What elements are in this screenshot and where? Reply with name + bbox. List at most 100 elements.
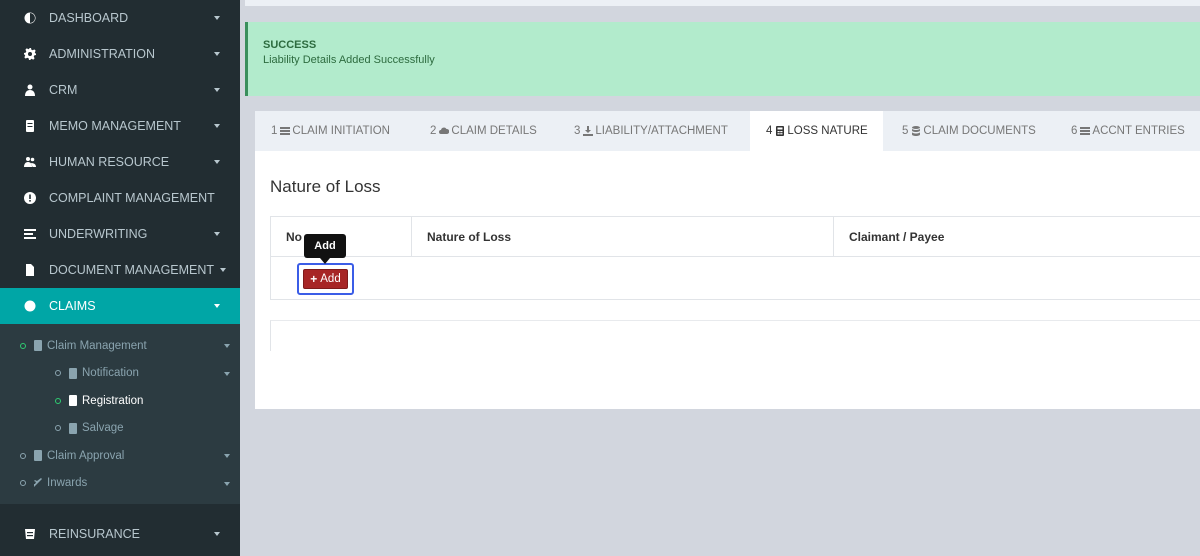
sidebar-item-human-resource[interactable]: HUMAN RESOURCE bbox=[0, 144, 240, 180]
database-icon bbox=[912, 126, 921, 136]
chevron-down-icon bbox=[214, 160, 220, 164]
add-button-focus-ring: + Add bbox=[297, 263, 354, 295]
sidebar-item-claims[interactable]: CLAIMS bbox=[0, 288, 240, 324]
submenu-notification[interactable]: Notification bbox=[0, 360, 240, 388]
memo-icon bbox=[69, 422, 77, 434]
circle-icon bbox=[55, 425, 61, 432]
tab-claim-documents[interactable]: 5 CLAIM DOCUMENTS bbox=[902, 111, 1036, 151]
cog-icon bbox=[22, 46, 38, 62]
tab-claim-details[interactable]: 2 CLAIM DETAILS bbox=[430, 111, 537, 151]
sidebar-item-label: COMPLAINT MANAGEMENT bbox=[49, 191, 215, 205]
sidebar-item-label: HUMAN RESOURCE bbox=[49, 155, 170, 169]
circle-icon bbox=[20, 480, 26, 487]
alert-title: SUCCESS bbox=[263, 39, 317, 51]
tab-label: CLAIM INITIATION bbox=[292, 125, 390, 137]
sidebar-item-label: DASHBOARD bbox=[49, 11, 129, 25]
chevron-down-icon bbox=[214, 16, 220, 20]
sidebar-item-administration[interactable]: ADMINISTRATION bbox=[0, 36, 240, 72]
chevron-down-icon bbox=[214, 52, 220, 56]
submenu-label: Salvage bbox=[82, 422, 124, 435]
tab-label: LOSS NATURE bbox=[787, 125, 868, 137]
sidebar-item-label: DOCUMENT MANAGEMENT bbox=[49, 263, 215, 277]
tab-claim-initiation[interactable]: 1 CLAIM INITIATION bbox=[271, 111, 390, 151]
submenu-claim-management[interactable]: Claim Management bbox=[0, 332, 240, 360]
tab-number: 5 bbox=[902, 125, 909, 137]
memo-icon bbox=[34, 450, 42, 462]
submenu-claim-approval[interactable]: Claim Approval bbox=[0, 442, 240, 470]
add-button-label: Add bbox=[320, 273, 341, 285]
sidebar-item-dashboard[interactable]: DASHBOARD bbox=[0, 0, 240, 36]
panel-footer bbox=[270, 320, 1200, 351]
sidebar-item-label: CLAIMS bbox=[49, 299, 96, 313]
loss-nature-panel: Nature of Loss No Nature of Loss Claiman… bbox=[255, 151, 1200, 409]
circle-icon bbox=[55, 397, 61, 404]
chevron-down-icon bbox=[224, 481, 230, 486]
tab-label: ACCNT ENTRIES bbox=[1092, 125, 1185, 137]
wizard-tabs: 1 CLAIM INITIATION 2 CLAIM DETAILS 3 LIA… bbox=[255, 111, 1200, 151]
submenu-registration[interactable]: Registration bbox=[0, 387, 240, 415]
chevron-down-icon bbox=[214, 232, 220, 236]
users-icon bbox=[22, 154, 38, 170]
submenu-label: Claim Approval bbox=[47, 449, 125, 462]
add-tooltip: Add bbox=[304, 234, 346, 264]
alert-icon bbox=[22, 190, 38, 206]
tab-number: 4 bbox=[766, 125, 773, 137]
bars-icon bbox=[1080, 127, 1091, 135]
sidebar-item-memo-management[interactable]: MEMO MANAGEMENT bbox=[0, 108, 240, 144]
add-button[interactable]: + Add bbox=[303, 269, 348, 289]
panel-title: Nature of Loss bbox=[270, 177, 381, 196]
submenu-label: Registration bbox=[82, 394, 144, 407]
bars-icon bbox=[280, 127, 291, 135]
tab-number: 2 bbox=[430, 125, 437, 137]
user-icon bbox=[22, 82, 38, 98]
circle-icon bbox=[20, 342, 26, 349]
file-icon bbox=[22, 262, 38, 278]
tab-label: CLAIM DOCUMENTS bbox=[923, 125, 1036, 137]
sidebar-item-label: MEMO MANAGEMENT bbox=[49, 119, 181, 133]
chevron-down-icon bbox=[224, 454, 230, 458]
submenu-label: Notification bbox=[82, 367, 139, 380]
table-header: No Nature of Loss Claimant / Payee bbox=[271, 217, 1200, 257]
tab-label: CLAIM DETAILS bbox=[451, 125, 537, 137]
column-header-nature-of-loss: Nature of Loss bbox=[412, 217, 834, 256]
submenu-salvage[interactable]: Salvage bbox=[0, 415, 240, 443]
tab-liability-attachment[interactable]: 3 LIABILITY/ATTACHMENT bbox=[574, 111, 728, 151]
sidebar-item-label: ADMINISTRATION bbox=[49, 47, 156, 61]
chevron-down-icon bbox=[214, 124, 220, 128]
cloud-icon bbox=[439, 127, 450, 134]
sidebar-item-label: REINSURANCE bbox=[49, 527, 140, 541]
chevron-down-icon bbox=[214, 304, 220, 308]
tab-number: 3 bbox=[574, 125, 581, 137]
claims-icon bbox=[22, 298, 38, 314]
sidebar-item-reinsurance[interactable]: REINSURANCE bbox=[0, 516, 240, 552]
sidebar-item-complaint-management[interactable]: COMPLAINT MANAGEMENT bbox=[0, 180, 240, 216]
tab-label: LIABILITY/ATTACHMENT bbox=[595, 125, 728, 137]
success-alert: SUCCESS Liability Details Added Successf… bbox=[245, 22, 1200, 96]
list-icon bbox=[22, 226, 38, 242]
column-header-claimant-payee: Claimant / Payee bbox=[849, 229, 945, 244]
content-header-strip bbox=[245, 0, 1200, 6]
sidebar-item-document-management[interactable]: DOCUMENT MANAGEMENT bbox=[0, 252, 240, 288]
sidebar-item-label: CRM bbox=[49, 83, 78, 97]
submenu-inwards[interactable]: Inwards bbox=[0, 470, 240, 498]
claims-submenu: Claim Management Notification Registrati… bbox=[0, 324, 240, 504]
chevron-down-icon bbox=[214, 88, 220, 92]
sidebar-item-crm[interactable]: CRM bbox=[0, 72, 240, 108]
plane-icon bbox=[34, 477, 42, 489]
memo-icon bbox=[22, 118, 38, 134]
dashboard-icon bbox=[22, 10, 38, 26]
tab-loss-nature[interactable]: 4 LOSS NATURE bbox=[750, 111, 883, 151]
circle-icon bbox=[55, 370, 61, 377]
download-icon bbox=[583, 126, 594, 136]
chevron-down-icon bbox=[214, 532, 220, 536]
tab-accnt-entries[interactable]: 6 ACCNT ENTRIES bbox=[1071, 111, 1185, 151]
memo-icon bbox=[69, 395, 77, 407]
reinsurance-icon bbox=[22, 526, 38, 542]
alert-message: Liability Details Added Successfully bbox=[263, 54, 435, 66]
chevron-down-icon bbox=[224, 371, 230, 376]
memo-icon bbox=[69, 367, 77, 379]
calculator-icon bbox=[776, 126, 785, 136]
sidebar-item-underwriting[interactable]: UNDERWRITING bbox=[0, 216, 240, 252]
submenu-label: Inwards bbox=[47, 477, 88, 490]
tab-number: 1 bbox=[271, 125, 278, 137]
